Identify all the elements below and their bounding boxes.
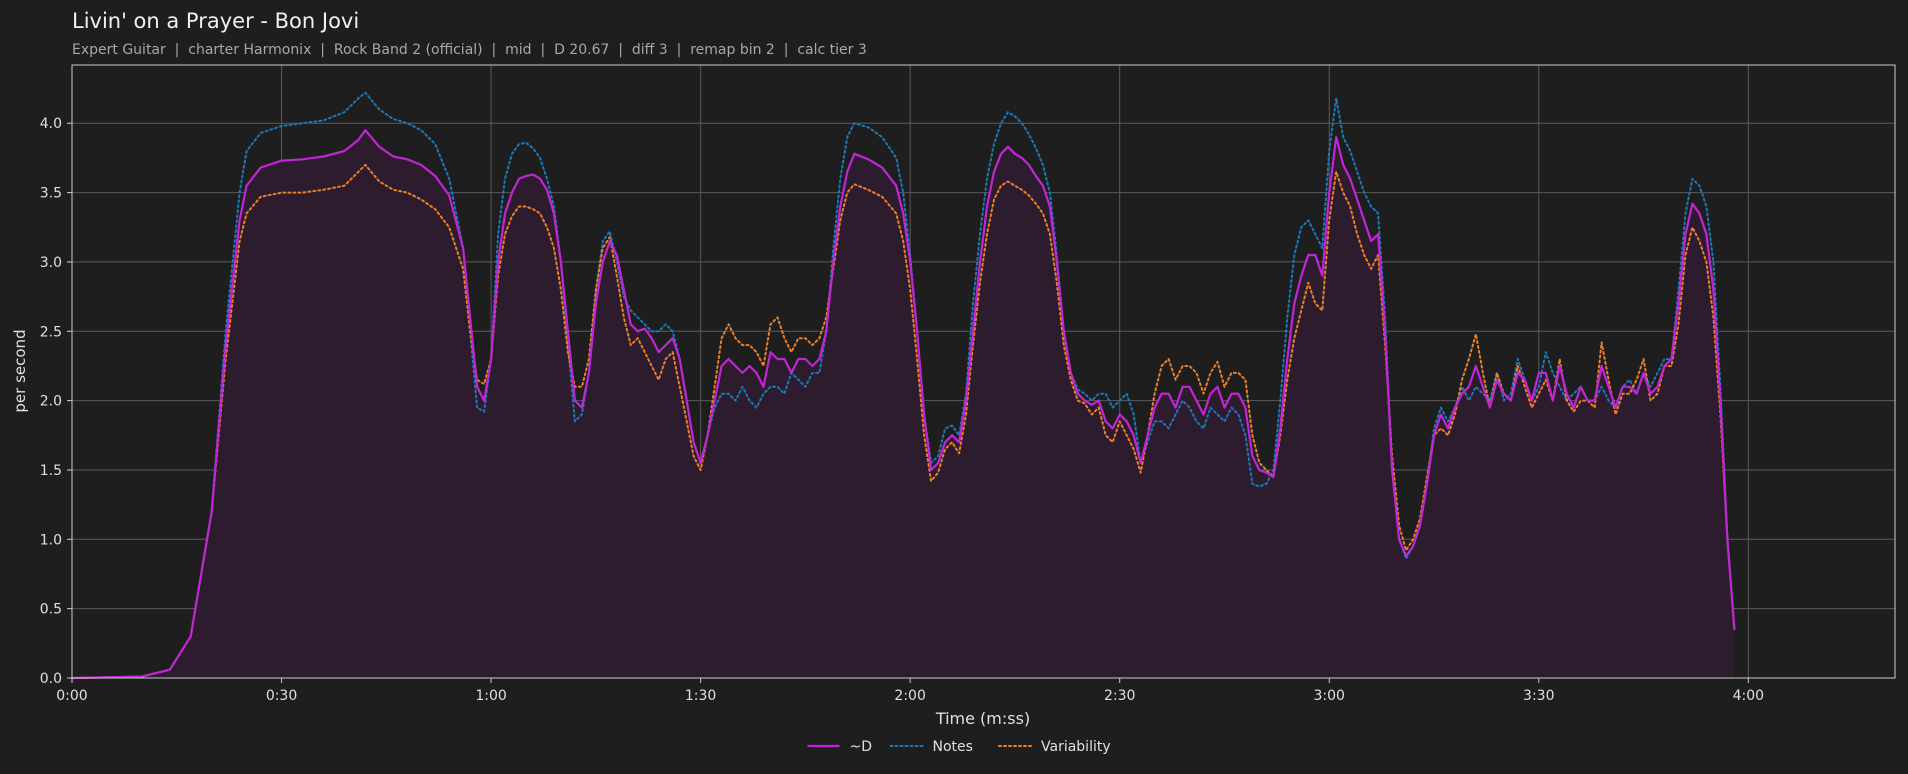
legend: ~D Notes Variability xyxy=(807,739,1111,755)
x-tick-label: 1:00 xyxy=(475,688,506,704)
y-tick-label: 2.5 xyxy=(40,324,62,340)
x-tick-label: 4:00 xyxy=(1733,688,1764,704)
x-tick-label: 1:30 xyxy=(685,688,716,704)
x-tick-label: 3:30 xyxy=(1523,688,1554,704)
y-tick-label: 2.0 xyxy=(40,394,62,410)
legend-label: Variability xyxy=(1041,739,1111,755)
y-tick-label: 3.0 xyxy=(40,255,62,271)
x-tick-label: 2:30 xyxy=(1104,688,1135,704)
legend-label: Notes xyxy=(933,739,973,755)
y-tick-label: 1.5 xyxy=(40,463,62,479)
y-tick-label: 4.0 xyxy=(40,116,62,132)
legend-label: ~D xyxy=(850,739,873,755)
y-tick-label: 1.0 xyxy=(40,532,62,548)
y-axis-label: per second xyxy=(11,329,29,412)
x-tick-label: 0:00 xyxy=(56,688,87,704)
chart-title: Livin' on a Prayer - Bon Jovi xyxy=(72,9,359,33)
y-tick-label: 3.5 xyxy=(40,186,62,202)
chart: Livin' on a Prayer - Bon Jovi Expert Gui… xyxy=(0,0,1908,774)
y-tick-label: 0.5 xyxy=(40,602,62,618)
x-tick-label: 2:00 xyxy=(894,688,925,704)
y-tick-label: 0.0 xyxy=(40,671,62,687)
x-tick-label: 3:00 xyxy=(1314,688,1345,704)
chart-subtitle: Expert Guitar | charter Harmonix | Rock … xyxy=(72,42,867,58)
x-tick-label: 0:30 xyxy=(266,688,297,704)
x-axis-label: Time (m:ss) xyxy=(935,709,1030,728)
